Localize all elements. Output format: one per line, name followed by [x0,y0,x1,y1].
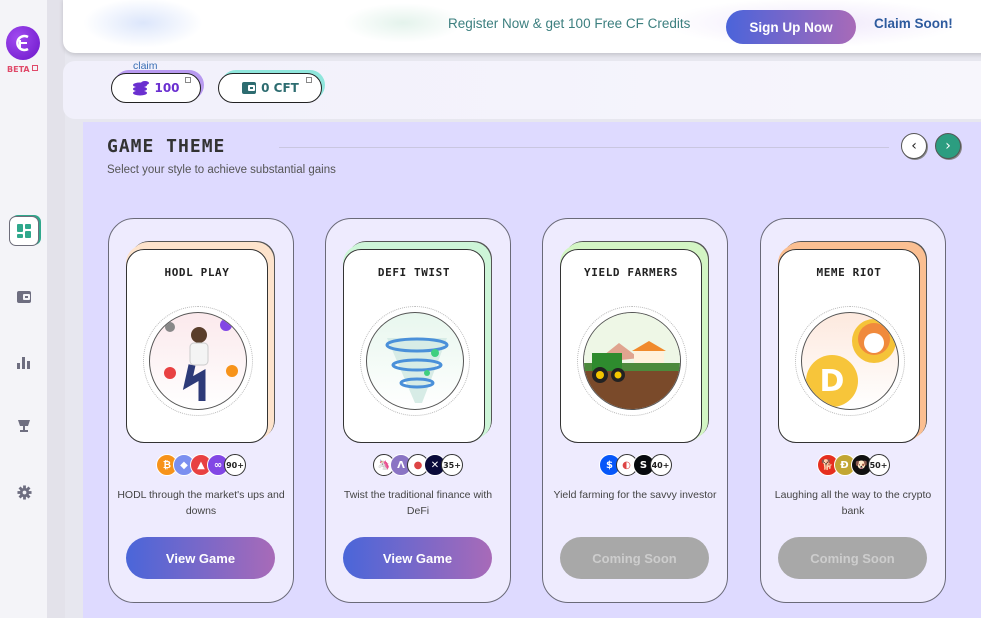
info-icon[interactable] [306,77,312,83]
card-inner: DEFI TWIST [343,249,485,443]
credits-balance[interactable]: 100 [111,73,201,103]
game-card-yield-farmers[interactable]: YIELD FARMERS $ ◐ S 40+ Yield farming for t… [542,218,728,603]
supported-coins: 🐕 Ð 🐶 50+ [761,454,945,476]
cf-logo-icon [16,34,29,52]
coin-count-badge: 35+ [441,454,463,476]
game-title: HODL PLAY [164,266,230,279]
game-description: HODL through the market's ups and downs [117,489,285,517]
meme-coins-art: D [806,319,896,407]
bar-chart-icon [17,357,30,369]
coming-soon-button: Coming Soon [560,537,709,579]
title-divider [279,147,889,148]
wallet-icon [242,82,257,94]
sidebar-item-leaderboard[interactable] [9,411,39,441]
game-title: YIELD FARMERS [584,266,678,279]
blurred-decoration [343,3,463,43]
card-inner: YIELD FARMERS [560,249,702,443]
game-artwork: D [801,312,899,410]
wallet-icon [17,291,31,303]
claim-soon-link[interactable]: Claim Soon! [874,16,953,31]
supported-coins: 🦄 Λ ● ✕ 35+ [326,454,510,476]
coin-count-badge: 90+ [224,454,246,476]
art-ring [360,306,470,416]
tornado-art [385,337,449,403]
cft-balance[interactable]: 0 CFT [218,73,322,103]
card-frame: DEFI TWIST [343,245,487,443]
game-card-defi-twist[interactable]: DEFI TWIST 🦄 Λ ● ✕ 35+ Twist the traditional… [325,218,511,603]
carousel-prev-button[interactable]: ‹ [901,133,927,159]
view-game-button[interactable]: View Game [343,537,492,579]
game-description: Twist the traditional finance with DeFi [343,489,493,517]
card-frame: YIELD FARMERS [560,245,704,443]
card-frame: HODL PLAY [126,245,270,443]
art-ring [577,306,687,416]
art-ring [143,306,253,416]
sidebar: BETA [0,0,47,618]
game-description: Laughing all the way to the crypto bank [774,489,932,517]
claim-link[interactable]: claim [133,60,158,72]
chevron-left-icon: ‹ [911,138,917,154]
game-artwork [149,312,247,410]
carousel-next-button[interactable]: › [935,133,961,159]
game-card-hodl-play[interactable]: HODL PLAY ₿ ◆ ▲ ∞ 90+ HODL through the marke… [108,218,294,603]
info-icon[interactable] [31,65,38,71]
wallet-bar: claim 100 0 CFT [63,60,981,119]
art-ring: D [795,306,905,416]
sidebar-item-settings[interactable] [9,477,39,507]
card-frame: MEME RIOT D [778,245,922,443]
sign-up-button[interactable]: Sign Up Now [726,10,856,44]
credits-value: 100 [154,81,180,95]
game-artwork [366,312,464,410]
sidebar-item-wallet[interactable] [9,282,39,312]
view-game-button[interactable]: View Game [126,537,275,579]
game-description: Yield farming for the savvy investor [553,489,717,501]
card-inner: MEME RIOT D [778,249,920,443]
cft-value: 0 CFT [261,81,299,95]
section-title: GAME THEME [107,136,226,157]
sidebar-item-dashboard[interactable] [9,216,39,246]
top-banner: Register Now & get 100 Free CF Credits S… [63,0,981,53]
logo[interactable] [6,26,40,60]
register-promo-text: Register Now & get 100 Free CF Credits [448,16,691,31]
dashboard-icon [17,224,31,238]
section-subtitle: Select your style to achieve substantial… [107,164,336,176]
coin-count-badge: 40+ [649,454,672,476]
coin-count-badge: 50+ [867,454,890,476]
card-inner: HODL PLAY [126,249,268,443]
game-card-meme-riot[interactable]: MEME RIOT D 🐕 Ð 🐶 50+ Laughing all the way … [760,218,946,603]
game-title: MEME RIOT [816,266,882,279]
beta-label: BETA [7,65,30,74]
blurred-decoration [83,0,203,48]
yoga-person-art [164,319,238,401]
game-title: DEFI TWIST [377,266,451,279]
svg-text:D: D [820,364,845,399]
info-icon[interactable] [185,77,191,83]
coins-stack-icon [133,81,150,96]
trophy-icon [18,420,30,432]
farm-tractor-art [584,313,680,409]
game-theme-section: GAME THEME Select your style to achieve … [83,122,981,618]
gear-icon [16,484,32,500]
chevron-right-icon: › [945,138,951,154]
beta-badge: BETA [7,65,38,74]
coming-soon-button: Coming Soon [778,537,927,579]
sidebar-item-stats[interactable] [9,347,39,377]
supported-coins: $ ◐ S 40+ [543,454,727,476]
game-artwork [583,312,681,410]
supported-coins: ₿ ◆ ▲ ∞ 90+ [109,454,293,476]
